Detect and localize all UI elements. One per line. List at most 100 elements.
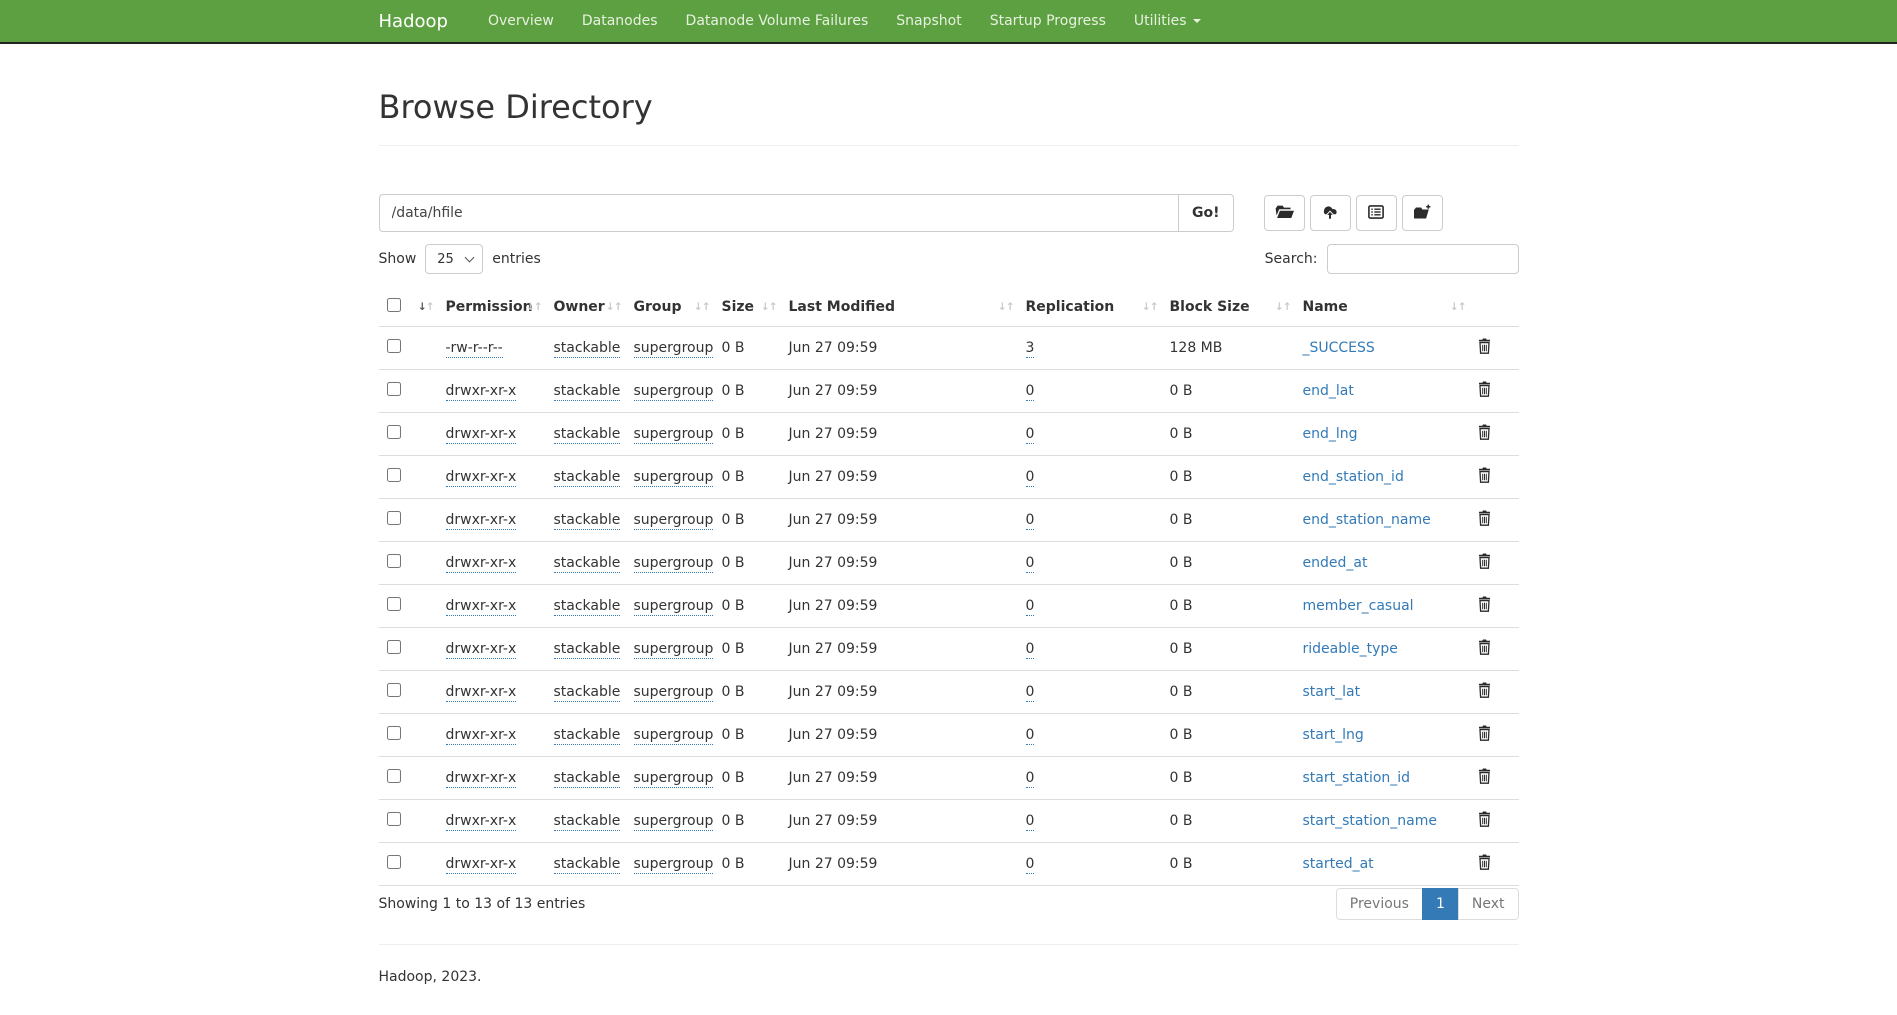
select-all-checkbox[interactable] — [387, 298, 401, 312]
replication-value[interactable]: 0 — [1026, 856, 1035, 874]
file-name-link[interactable]: end_lat — [1303, 383, 1354, 399]
owner-value[interactable]: stackable — [554, 555, 621, 573]
nav-item-snapshot[interactable]: Snapshot — [882, 13, 975, 29]
nav-item-datanodes[interactable]: Datanodes — [568, 13, 672, 29]
owner-value[interactable]: stackable — [554, 512, 621, 530]
group-value[interactable]: supergroup — [634, 469, 714, 487]
group-value[interactable]: supergroup — [634, 727, 714, 745]
owner-value[interactable]: stackable — [554, 426, 621, 444]
permission-value[interactable]: drwxr-xr-x — [446, 512, 517, 530]
header-group[interactable]: Group ↓↑ — [626, 288, 714, 327]
cut-and-paste-button[interactable] — [1356, 195, 1397, 231]
previous-page-button[interactable]: Previous — [1336, 888, 1423, 920]
file-name-link[interactable]: ended_at — [1303, 555, 1368, 571]
row-checkbox[interactable] — [387, 511, 401, 525]
permission-value[interactable]: drwxr-xr-x — [446, 383, 517, 401]
group-value[interactable]: supergroup — [634, 426, 714, 444]
next-page-button[interactable]: Next — [1458, 888, 1519, 920]
nav-item-startup-progress[interactable]: Startup Progress — [976, 13, 1120, 29]
replication-value[interactable]: 0 — [1026, 512, 1035, 530]
page-size-select[interactable]: 25 — [425, 244, 483, 274]
file-name-link[interactable]: start_station_id — [1303, 770, 1411, 786]
new-folder-button[interactable] — [1402, 195, 1443, 231]
file-name-link[interactable]: member_casual — [1303, 598, 1414, 614]
permission-value[interactable]: drwxr-xr-x — [446, 426, 517, 444]
group-value[interactable]: supergroup — [634, 813, 714, 831]
permission-value[interactable]: drwxr-xr-x — [446, 684, 517, 702]
upload-files-button[interactable] — [1310, 195, 1351, 231]
permission-value[interactable]: drwxr-xr-x — [446, 770, 517, 788]
owner-value[interactable]: stackable — [554, 469, 621, 487]
row-checkbox[interactable] — [387, 339, 401, 353]
replication-value[interactable]: 0 — [1026, 684, 1035, 702]
delete-button[interactable] — [1478, 768, 1491, 787]
replication-value[interactable]: 0 — [1026, 426, 1035, 444]
replication-value[interactable]: 3 — [1026, 340, 1035, 358]
row-checkbox[interactable] — [387, 726, 401, 740]
file-name-link[interactable]: start_station_name — [1303, 813, 1438, 829]
hadoop-brand[interactable]: Hadoop — [379, 11, 448, 32]
permission-value[interactable]: drwxr-xr-x — [446, 469, 517, 487]
delete-button[interactable] — [1478, 596, 1491, 615]
file-name-link[interactable]: started_at — [1303, 856, 1374, 872]
go-button[interactable]: Go! — [1178, 194, 1234, 232]
row-checkbox[interactable] — [387, 812, 401, 826]
header-name[interactable]: Name ↓↑ — [1295, 288, 1470, 327]
group-value[interactable]: supergroup — [634, 641, 714, 659]
replication-value[interactable]: 0 — [1026, 770, 1035, 788]
header-owner[interactable]: Owner ↓↑ — [546, 288, 626, 327]
delete-button[interactable] — [1478, 639, 1491, 658]
group-value[interactable]: supergroup — [634, 598, 714, 616]
nav-item-overview[interactable]: Overview — [474, 13, 568, 29]
owner-value[interactable]: stackable — [554, 727, 621, 745]
delete-button[interactable] — [1478, 682, 1491, 701]
replication-value[interactable]: 0 — [1026, 727, 1035, 745]
row-checkbox[interactable] — [387, 640, 401, 654]
group-value[interactable]: supergroup — [634, 340, 714, 358]
row-checkbox[interactable] — [387, 855, 401, 869]
directory-path-input[interactable] — [379, 194, 1179, 232]
owner-value[interactable]: stackable — [554, 813, 621, 831]
row-checkbox[interactable] — [387, 425, 401, 439]
nav-item-datanode-volume-failures[interactable]: Datanode Volume Failures — [672, 13, 883, 29]
group-value[interactable]: supergroup — [634, 555, 714, 573]
row-checkbox[interactable] — [387, 683, 401, 697]
search-input[interactable] — [1327, 244, 1519, 274]
file-name-link[interactable]: end_station_id — [1303, 469, 1404, 485]
group-value[interactable]: supergroup — [634, 856, 714, 874]
row-checkbox[interactable] — [387, 769, 401, 783]
permission-value[interactable]: drwxr-xr-x — [446, 727, 517, 745]
permission-value[interactable]: drwxr-xr-x — [446, 856, 517, 874]
replication-value[interactable]: 0 — [1026, 598, 1035, 616]
delete-button[interactable] — [1478, 510, 1491, 529]
permission-value[interactable]: drwxr-xr-x — [446, 641, 517, 659]
header-permission[interactable]: Permission ↓↑ — [438, 288, 546, 327]
file-name-link[interactable]: rideable_type — [1303, 641, 1398, 657]
owner-value[interactable]: stackable — [554, 383, 621, 401]
owner-value[interactable]: stackable — [554, 598, 621, 616]
owner-value[interactable]: stackable — [554, 641, 621, 659]
permission-value[interactable]: drwxr-xr-x — [446, 598, 517, 616]
owner-value[interactable]: stackable — [554, 684, 621, 702]
row-checkbox[interactable] — [387, 597, 401, 611]
owner-value[interactable]: stackable — [554, 340, 621, 358]
file-name-link[interactable]: start_lat — [1303, 684, 1361, 700]
file-name-link[interactable]: start_lng — [1303, 727, 1364, 743]
header-block-size[interactable]: Block Size ↓↑ — [1162, 288, 1295, 327]
permission-value[interactable]: -rw-r--r-- — [446, 340, 503, 358]
header-replication[interactable]: Replication ↓↑ — [1018, 288, 1162, 327]
header-select-all[interactable]: ↓↑ — [379, 288, 438, 327]
file-name-link[interactable]: _SUCCESS — [1303, 340, 1375, 356]
delete-button[interactable] — [1478, 725, 1491, 744]
page-1-button[interactable]: 1 — [1422, 888, 1459, 920]
create-directory-button[interactable] — [1264, 195, 1305, 231]
permission-value[interactable]: drwxr-xr-x — [446, 813, 517, 831]
header-size[interactable]: Size ↓↑ — [714, 288, 781, 327]
group-value[interactable]: supergroup — [634, 383, 714, 401]
replication-value[interactable]: 0 — [1026, 641, 1035, 659]
nav-item-utilities[interactable]: Utilities — [1120, 13, 1215, 29]
file-name-link[interactable]: end_station_name — [1303, 512, 1431, 528]
owner-value[interactable]: stackable — [554, 856, 621, 874]
group-value[interactable]: supergroup — [634, 684, 714, 702]
permission-value[interactable]: drwxr-xr-x — [446, 555, 517, 573]
